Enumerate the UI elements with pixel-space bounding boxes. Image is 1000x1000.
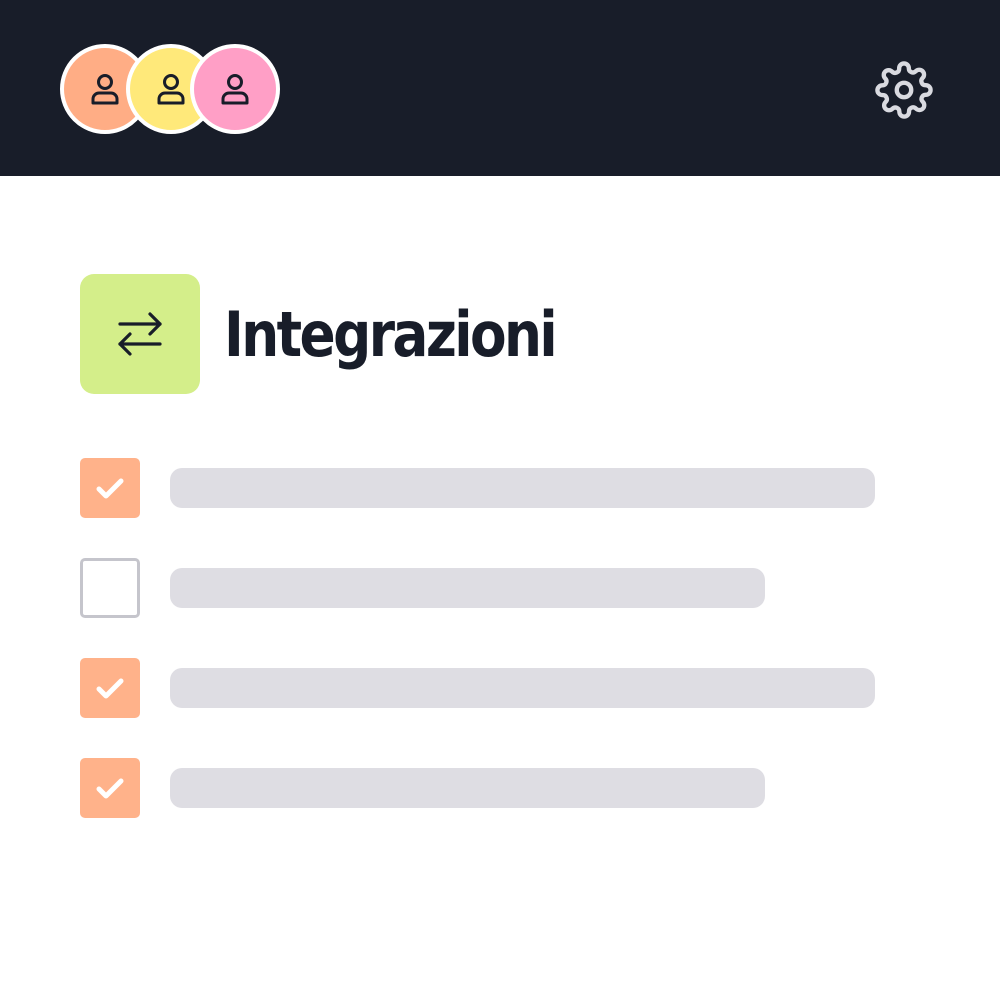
arrows-swap-icon — [118, 312, 162, 356]
check-icon — [96, 478, 124, 499]
avatar[interactable] — [190, 44, 280, 134]
check-icon — [96, 678, 124, 699]
integrations-icon-tile — [80, 274, 200, 394]
checklist-item — [80, 458, 920, 518]
checkbox[interactable] — [80, 658, 140, 718]
checklist-item — [80, 658, 920, 718]
checkbox[interactable] — [80, 558, 140, 618]
gear-icon — [875, 61, 933, 119]
user-icon — [91, 74, 119, 105]
checklist-item — [80, 758, 920, 818]
settings-button[interactable] — [874, 60, 934, 120]
page-title: Integrazioni — [224, 298, 558, 371]
text-placeholder — [170, 768, 765, 808]
checkbox[interactable] — [80, 458, 140, 518]
avatar-group[interactable] — [60, 44, 280, 134]
check-icon — [96, 778, 124, 799]
checklist-item — [80, 558, 920, 618]
user-icon — [221, 74, 249, 105]
text-placeholder — [170, 668, 875, 708]
user-icon — [157, 74, 185, 105]
top-bar — [0, 0, 1000, 176]
text-placeholder — [170, 468, 875, 508]
text-placeholder — [170, 568, 765, 608]
checkbox[interactable] — [80, 758, 140, 818]
